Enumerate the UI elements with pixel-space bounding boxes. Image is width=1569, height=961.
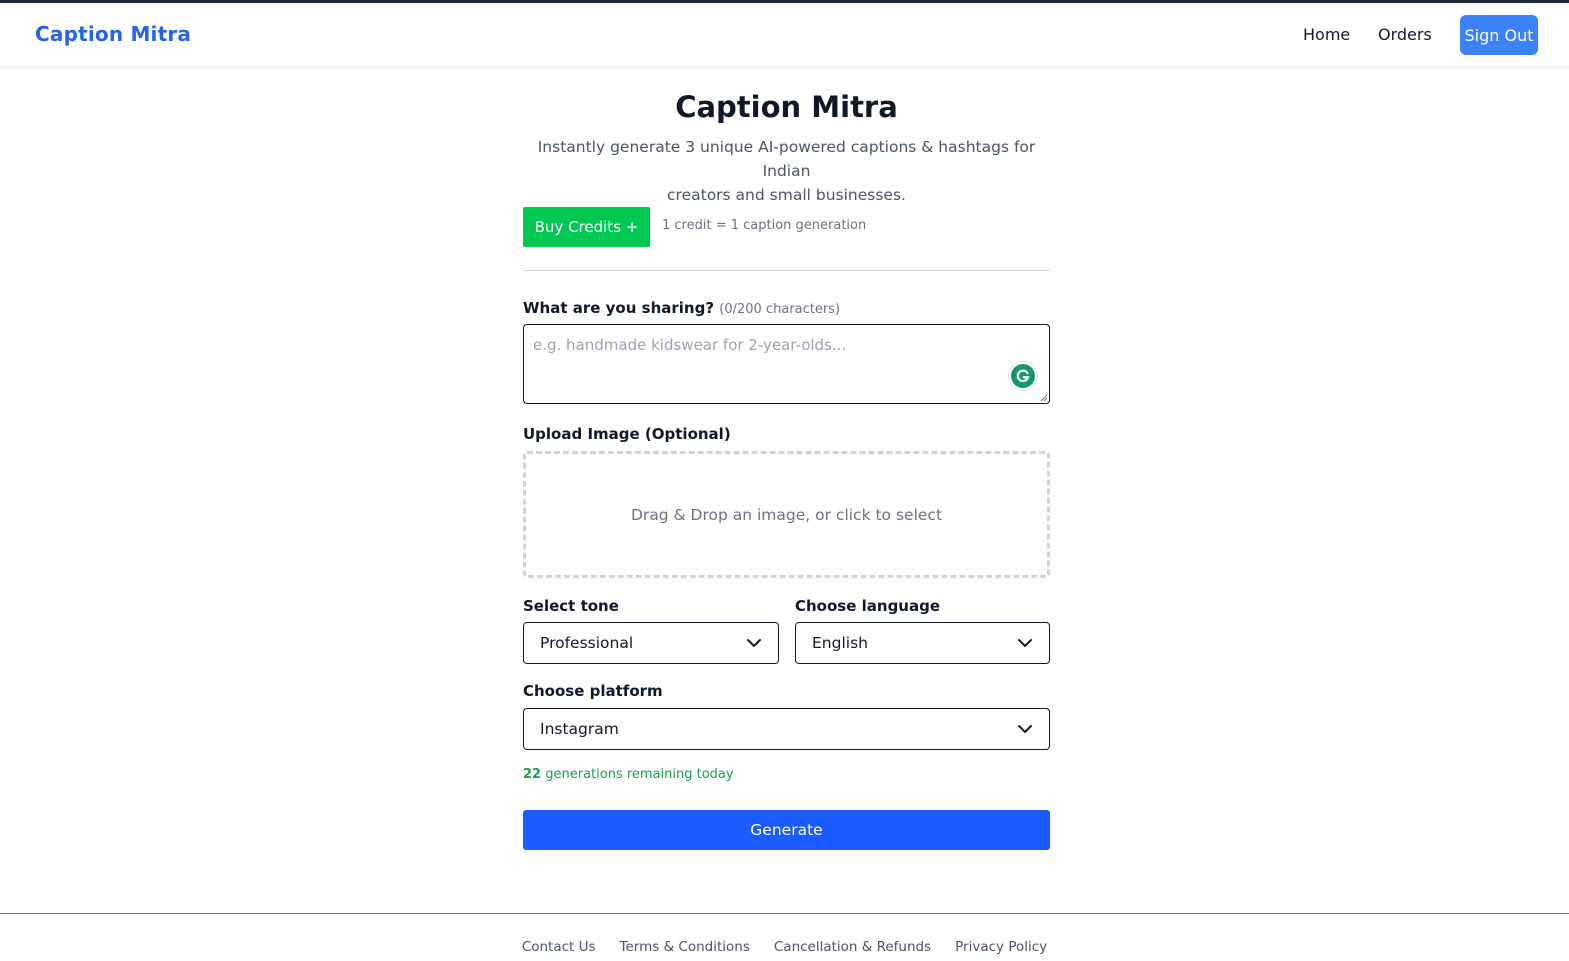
language-label: Choose language	[795, 597, 941, 615]
navbar: Caption Mitra Home Orders Sign Out	[0, 3, 1569, 68]
sharing-label-text: What are you sharing?	[523, 299, 715, 317]
section-divider	[523, 270, 1050, 271]
language-select[interactable]: English	[795, 622, 1050, 664]
footer: Contact Us Terms & Conditions Cancellati…	[0, 913, 1569, 961]
buy-credits-button[interactable]: Buy Credits +	[523, 207, 650, 247]
resize-handle-icon[interactable]	[1039, 393, 1048, 402]
character-count: (0/200 characters)	[719, 302, 841, 317]
credit-note: 1 credit = 1 caption generation	[662, 218, 867, 233]
grammarly-icon[interactable]	[1009, 362, 1037, 390]
nav-home-link[interactable]: Home	[1303, 25, 1350, 44]
generate-button[interactable]: Generate	[523, 810, 1050, 850]
tone-select[interactable]: Professional	[523, 622, 779, 664]
sharing-label: What are you sharing? (0/200 characters)	[523, 299, 840, 317]
remaining-text: generations remaining today	[545, 767, 734, 782]
sharing-placeholder: e.g. handmade kidswear for 2-year-olds..…	[533, 336, 847, 354]
upload-label: Upload Image (Optional)	[523, 425, 731, 443]
platform-select-value: Instagram	[540, 720, 619, 738]
subtitle-line-1: Instantly generate 3 unique AI-powered c…	[537, 138, 1036, 180]
chevron-down-icon	[747, 639, 761, 647]
footer-refunds-link[interactable]: Cancellation & Refunds	[774, 939, 931, 955]
tone-select-value: Professional	[540, 634, 634, 652]
footer-links: Contact Us Terms & Conditions Cancellati…	[0, 939, 1569, 955]
image-dropzone[interactable]: Drag & Drop an image, or click to select	[523, 451, 1050, 578]
platform-select[interactable]: Instagram	[523, 708, 1050, 750]
dropzone-text: Drag & Drop an image, or click to select	[630, 505, 943, 524]
footer-privacy-link[interactable]: Privacy Policy	[955, 939, 1047, 955]
nav-orders-link[interactable]: Orders	[1378, 25, 1432, 44]
footer-contact-link[interactable]: Contact Us	[522, 939, 596, 955]
subtitle-line-2: creators and small businesses.	[667, 186, 906, 204]
remaining-generations: 22 generations remaining today	[523, 767, 734, 782]
chevron-down-icon	[1018, 725, 1032, 733]
sign-out-button[interactable]: Sign Out	[1460, 15, 1538, 55]
footer-terms-link[interactable]: Terms & Conditions	[620, 939, 750, 955]
sharing-textarea[interactable]: e.g. handmade kidswear for 2-year-olds..…	[523, 324, 1050, 404]
page-subtitle: Instantly generate 3 unique AI-powered c…	[523, 135, 1050, 207]
tone-label: Select tone	[523, 597, 619, 615]
brand-logo-text[interactable]: Caption Mitra	[35, 22, 191, 46]
page-title: Caption Mitra	[675, 90, 898, 124]
chevron-down-icon	[1018, 639, 1032, 647]
language-select-value: English	[812, 634, 868, 652]
platform-label: Choose platform	[523, 682, 663, 700]
remaining-count: 22	[523, 767, 542, 782]
